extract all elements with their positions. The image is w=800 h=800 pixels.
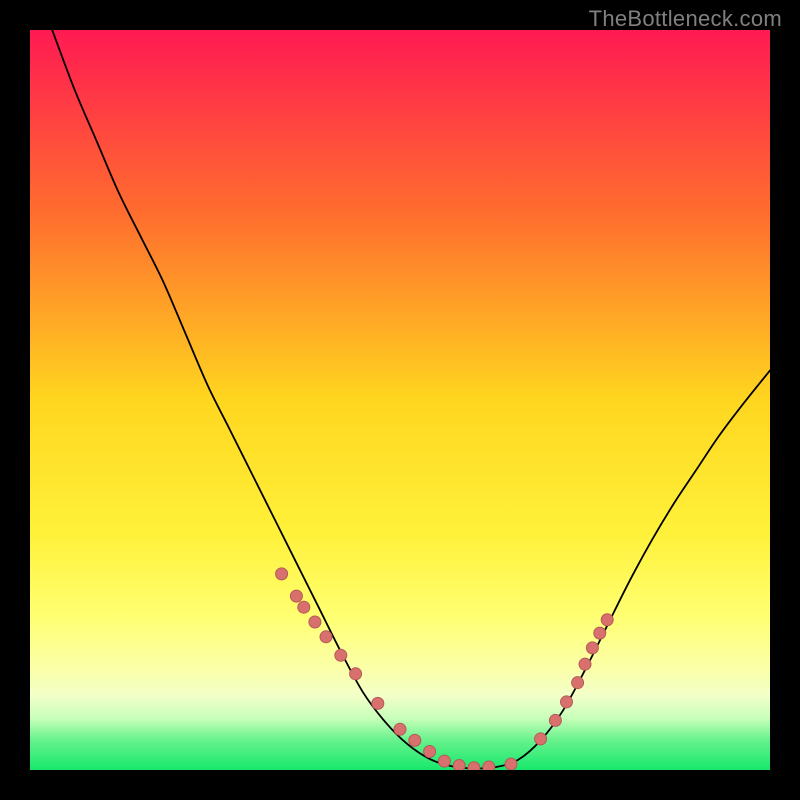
- marker-dot: [394, 723, 406, 735]
- marker-dot: [438, 755, 450, 767]
- marker-dot: [290, 590, 302, 602]
- marker-dot: [579, 658, 591, 670]
- gradient-background: [30, 30, 770, 770]
- chart-plot-area: [30, 30, 770, 770]
- marker-dot: [276, 568, 288, 580]
- marker-dot: [335, 649, 347, 661]
- marker-dot: [549, 714, 561, 726]
- marker-dot: [561, 696, 573, 708]
- marker-dot: [535, 733, 547, 745]
- watermark-label: TheBottleneck.com: [589, 6, 782, 32]
- marker-dot: [594, 627, 606, 639]
- marker-dot: [298, 601, 310, 613]
- marker-dot: [586, 642, 598, 654]
- marker-dot: [601, 614, 613, 626]
- marker-dot: [350, 668, 362, 680]
- marker-dot: [468, 762, 480, 770]
- marker-dot: [505, 758, 517, 770]
- marker-dot: [372, 697, 384, 709]
- marker-dot: [424, 746, 436, 758]
- marker-dot: [453, 760, 465, 770]
- marker-dot: [572, 677, 584, 689]
- marker-dot: [409, 734, 421, 746]
- marker-dot: [309, 616, 321, 628]
- marker-dot: [483, 761, 495, 770]
- marker-dot: [320, 631, 332, 643]
